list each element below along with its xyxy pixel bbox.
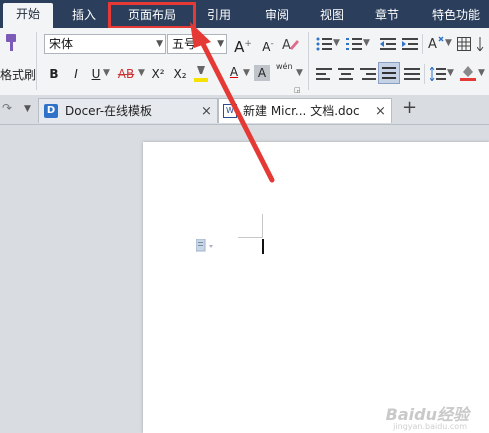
add-tab-button[interactable]: + xyxy=(402,97,417,118)
paragraph-layout-icon[interactable] xyxy=(195,238,216,252)
sort-icon[interactable] xyxy=(476,36,489,52)
char-shading-button[interactable]: A xyxy=(254,65,270,81)
decrease-indent-icon[interactable] xyxy=(380,36,396,50)
menu-tab-insert[interactable]: 插入 xyxy=(72,6,96,24)
chevron-down-icon[interactable]: ▼ xyxy=(333,38,340,48)
ribbon-toolbar: 格式刷 宋体 ▼ 五号 ▼ A+ A- A B I U ▼ AB ▼ X² X₂… xyxy=(0,28,489,96)
align-right-icon[interactable] xyxy=(360,66,376,80)
format-painter-icon[interactable] xyxy=(2,32,22,54)
grow-font-button[interactable]: A+ xyxy=(233,34,253,56)
chevron-down-icon[interactable]: ▼ xyxy=(447,68,454,78)
align-center-icon[interactable] xyxy=(338,66,354,80)
font-dialog-launcher-icon[interactable]: ◲ xyxy=(294,86,301,94)
chevron-down-icon[interactable]: ▼ xyxy=(103,68,110,78)
chevron-down-icon: ▼ xyxy=(217,39,224,49)
tab-new-document[interactable]: W 新建 Micr... 文档.doc × xyxy=(218,98,392,123)
menu-tab-references[interactable]: 引用 xyxy=(207,6,231,24)
numbered-list-icon[interactable] xyxy=(346,36,362,50)
chevron-down-icon[interactable]: ▼ xyxy=(24,104,31,114)
justify-button[interactable] xyxy=(378,62,400,84)
bullet-list-icon[interactable] xyxy=(316,36,332,51)
grow-font-label: A xyxy=(234,38,245,56)
menu-tab-review[interactable]: 审阅 xyxy=(265,6,289,24)
align-left-icon[interactable] xyxy=(316,66,332,80)
document-page[interactable] xyxy=(143,142,489,433)
close-icon[interactable]: × xyxy=(375,99,386,124)
font-name-select[interactable]: 宋体 ▼ xyxy=(44,34,166,54)
strikethrough-button[interactable]: AB xyxy=(114,64,138,84)
font-size-select[interactable]: 五号 ▼ xyxy=(167,34,227,54)
text-direction-icon[interactable]: A xyxy=(428,35,444,52)
tab-docer-label: Docer-在线模板 xyxy=(65,104,153,118)
shading-icon[interactable] xyxy=(460,64,476,82)
tab-new-document-label: 新建 Micr... 文档.doc xyxy=(243,104,360,118)
chevron-down-icon[interactable]: ▼ xyxy=(478,68,485,78)
svg-text:A: A xyxy=(282,38,291,52)
line-spacing-icon[interactable] xyxy=(429,66,446,82)
margin-corner-mark xyxy=(262,214,263,238)
margin-corner-mark xyxy=(238,237,263,238)
format-painter-label[interactable]: 格式刷 xyxy=(0,66,36,83)
svg-text:A: A xyxy=(428,37,437,51)
superscript-button[interactable]: X² xyxy=(148,64,168,84)
chevron-down-icon[interactable]: ▼ xyxy=(363,38,370,48)
italic-button[interactable]: I xyxy=(66,64,86,84)
text-cursor xyxy=(262,239,264,254)
divider xyxy=(422,34,423,54)
close-icon[interactable]: × xyxy=(201,99,212,124)
chevron-down-icon[interactable]: ▼ xyxy=(243,68,250,78)
document-tab-bar: ↷ ▼ D Docer-在线模板 × W 新建 Micr... 文档.doc ×… xyxy=(0,95,489,125)
watermark-sub: jingyan.baidu.com xyxy=(393,422,467,431)
menu-tab-view[interactable]: 视图 xyxy=(320,6,344,24)
document-icon: W xyxy=(223,104,237,118)
chevron-down-icon[interactable]: ▼ xyxy=(296,68,303,78)
divider xyxy=(424,64,425,84)
chevron-down-icon[interactable]: ▼ xyxy=(138,68,145,78)
chevron-down-icon[interactable]: ▼ xyxy=(445,38,452,48)
redo-icon[interactable]: ↷ xyxy=(2,101,12,115)
bold-button[interactable]: B xyxy=(44,64,64,84)
chevron-down-icon: ▼ xyxy=(156,39,163,49)
menu-tab-section[interactable]: 章节 xyxy=(375,6,399,24)
menu-tab-features[interactable]: 特色功能 xyxy=(432,6,480,24)
docer-icon: D xyxy=(44,104,58,118)
pinyin-button[interactable]: wén xyxy=(276,62,293,71)
divider xyxy=(308,32,309,90)
table-icon[interactable] xyxy=(457,36,471,51)
divider xyxy=(36,32,37,90)
font-size-value: 五号 xyxy=(172,37,197,51)
clear-format-icon[interactable]: A xyxy=(282,36,300,53)
subscript-button[interactable]: X₂ xyxy=(170,64,190,84)
font-color-button[interactable]: A xyxy=(224,62,244,82)
shrink-font-button[interactable]: A- xyxy=(258,34,278,54)
menu-bar: 开始 插入 页面布局 引用 审阅 视图 章节 特色功能 xyxy=(0,0,489,28)
font-name-value: 宋体 xyxy=(49,37,74,51)
increase-indent-icon[interactable] xyxy=(402,36,418,50)
menu-tab-start[interactable]: 开始 xyxy=(3,3,53,28)
highlight-icon[interactable] xyxy=(194,64,208,84)
distributed-align-icon[interactable] xyxy=(404,66,420,80)
tab-docer[interactable]: D Docer-在线模板 × xyxy=(38,98,218,123)
highlight-annotation-box xyxy=(108,2,196,29)
